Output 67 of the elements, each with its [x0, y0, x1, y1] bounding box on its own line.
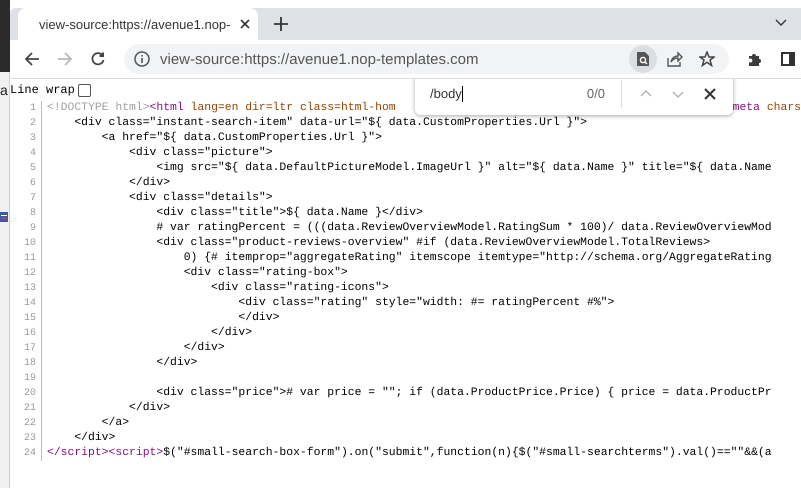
line-number: 1: [10, 101, 42, 116]
line-number: 2: [10, 116, 42, 131]
source-code-line: 0) {# itemprop="aggregateRating" itemscope itemtype="http://schema.org/AggregateRating: [182, 251, 772, 266]
source-code-line: <a href="${ data.CustomProperties.Url }">: [100, 131, 382, 146]
line-number: 17: [10, 341, 42, 356]
source-code-line: <div class="picture">: [128, 146, 273, 161]
close-icon[interactable]: [240, 19, 250, 29]
puzzle-piece-icon[interactable]: [747, 51, 763, 67]
line-number: 12: [10, 266, 42, 281]
source-code-line: <div class="rating-icons">: [210, 281, 389, 296]
line-number: 10: [10, 236, 42, 251]
line-number: 3: [10, 131, 42, 146]
source-code-line: </script><script>$("#small-search-box-form").on("submit",function(n){$("#small-searchterms").val()==""&&(a: [47, 446, 772, 461]
browser-tab[interactable]: view-source:https://avenue1.nop-: [18, 8, 258, 40]
find-in-page-icon[interactable]: [629, 45, 657, 73]
source-code-line: <div class="price"># var price = ""; if (data.ProductPrice.Price) { price = data.ProductPr: [155, 386, 772, 401]
address-bar[interactable]: view-source:https://avenue1.nop-templates.com: [124, 44, 729, 74]
source-code-line: # var ratingPercent = (((data.ReviewOverviewModel.RatingSum * 100)/ data.ReviewOverviewMod: [155, 221, 772, 236]
line-number: 20: [10, 386, 42, 401]
line-number: 16: [10, 326, 42, 341]
new-tab-icon[interactable]: [274, 17, 288, 31]
source-code-line: <div class="rating-box">: [182, 266, 348, 281]
close-icon[interactable]: [704, 88, 716, 100]
line-number: 14: [10, 296, 42, 311]
line-number: 21: [10, 401, 42, 416]
line-number: 4: [10, 146, 42, 161]
source-code-line: </div>: [128, 176, 170, 191]
line-number: 23: [10, 431, 42, 446]
source-code-line: <div class="title">${ data.Name }</div>: [155, 206, 423, 221]
source-code-line: </a>: [100, 416, 130, 431]
line-number: 13: [10, 281, 42, 296]
source-code-fragment: meta chars: [732, 101, 801, 116]
line-wrap-checkbox[interactable]: [78, 84, 91, 96]
find-input-field[interactable]: /body: [430, 86, 587, 102]
line-number: 22: [10, 416, 42, 431]
reload-icon[interactable]: [90, 51, 106, 67]
source-code-line: </div>: [73, 431, 116, 446]
line-number: 5: [10, 161, 42, 176]
source-code-line: </div>: [237, 311, 280, 326]
background-text: a: [0, 82, 8, 98]
source-code-line: <div class="product-reviews-overview" #if (data.ReviewOverviewModel.TotalReviews>: [155, 236, 710, 251]
line-number: 19: [10, 371, 42, 386]
match-count: 0/0: [586, 86, 605, 101]
side-panel-icon[interactable]: [781, 52, 795, 66]
url-text: view-source:https://avenue1.nop-templates.com: [160, 50, 480, 68]
line-number: 11: [10, 251, 42, 266]
source-code-line: <img src="${ data.DefaultPictureModel.ImageUrl }" alt="${ data.Name }" title="${ data.Name: [155, 161, 772, 176]
source-code-line: </div>: [155, 356, 198, 371]
line-number: 18: [10, 356, 42, 371]
line-wrap-label: Line wrap: [10, 83, 75, 97]
source-code-line: </div>: [210, 326, 252, 341]
source-code-line: <div class="instant-search-item" data-url="${ data.CustomProperties.Url }">: [73, 116, 588, 131]
info-icon[interactable]: [134, 51, 150, 67]
line-number: 9: [10, 221, 42, 236]
line-number: 8: [10, 206, 42, 221]
line-number: 7: [10, 191, 42, 206]
line-number: 24: [10, 446, 42, 461]
line-number: 6: [10, 176, 42, 191]
line-number: 15: [10, 311, 42, 326]
back-arrow-icon[interactable]: [24, 51, 40, 67]
source-code-line: </div>: [182, 341, 225, 356]
source-code-line: </div>: [128, 401, 170, 416]
source-code-line: <div class="rating" style="width: #= ratingPercent #%">: [237, 296, 614, 311]
chevron-down-icon[interactable]: [775, 19, 787, 27]
window-icon: [0, 212, 8, 222]
source-code-line: <div class="details">: [128, 191, 273, 206]
source-code-line: <!DOCTYPE html><html lang=en dir=ltr class=html-hom: [47, 101, 396, 116]
